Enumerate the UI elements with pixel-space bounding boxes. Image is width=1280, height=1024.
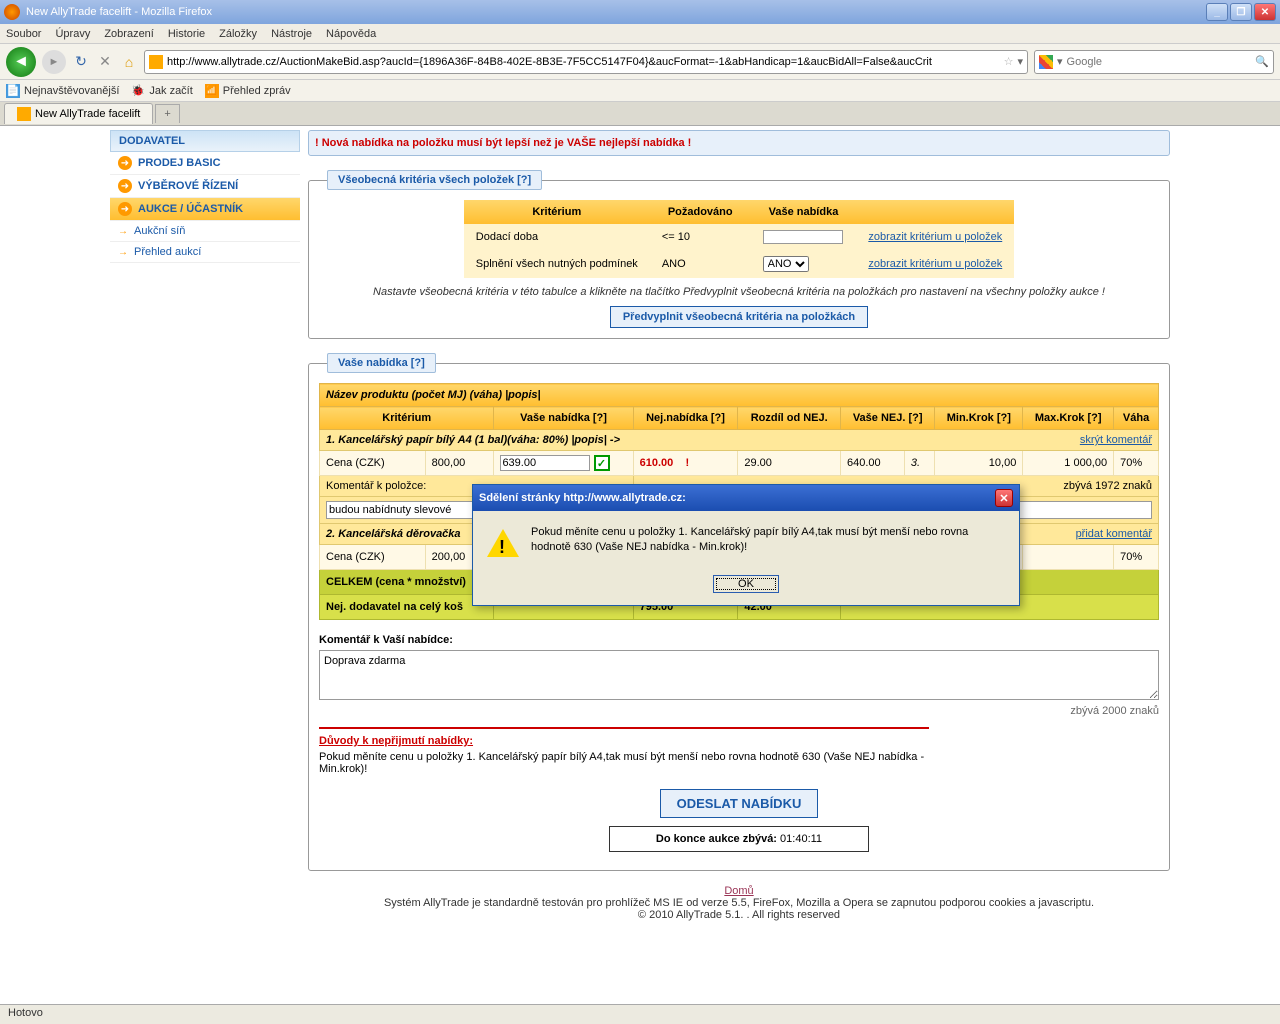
dialog-message: Pokud měníte cenu u položky 1. Kancelářs… <box>531 525 1005 561</box>
rejection-reasons: Důvody k nepřijmutí nabídky: Pokud měnít… <box>319 727 929 775</box>
tab-active[interactable]: New AllyTrade facelift <box>4 103 153 124</box>
minimize-button[interactable]: _ <box>1206 3 1228 21</box>
home-link[interactable]: Domů <box>724 885 753 897</box>
url-dropdown-icon[interactable]: ▾ <box>1017 55 1023 68</box>
reasons-title: Důvody k nepřijmutí nabídky: <box>319 735 929 747</box>
overall-label: Komentář k Vaší nabídce: <box>319 634 453 646</box>
sidebar-aukcni-sin[interactable]: →Aukční síň <box>110 221 300 242</box>
hide-comment-link[interactable]: skrýt komentář <box>1080 434 1152 446</box>
add-comment-link[interactable]: přidat komentář <box>1076 528 1152 540</box>
confirm-icon-1[interactable]: ✓ <box>594 455 610 471</box>
bid-input-1[interactable] <box>500 455 590 471</box>
crit-link-1[interactable]: zobrazit kritérium u položek <box>868 231 1002 243</box>
crit-h4 <box>856 200 1014 224</box>
criteria-fieldset: Všeobecná kritéria všech položek [?] Kri… <box>308 170 1170 339</box>
product-1-data: Cena (CZK) 800,00 ✓ 610.00 ! 29.00 640.0… <box>320 451 1159 476</box>
criteria-table: Kritérium Požadováno Vaše nabídka Dodací… <box>464 200 1014 278</box>
bid-top-header: Název produktu (počet MJ) (váha) |popis| <box>320 384 1159 407</box>
menu-history[interactable]: Historie <box>168 28 205 40</box>
menu-help[interactable]: Nápověda <box>326 28 376 40</box>
firefox-icon <box>4 4 20 20</box>
tab-title: New AllyTrade facelift <box>35 108 140 120</box>
menu-file[interactable]: Soubor <box>6 28 41 40</box>
status-bar: Hotovo <box>0 1004 1280 1024</box>
home-icon[interactable]: ⌂ <box>120 53 138 71</box>
crit-link-2[interactable]: zobrazit kritérium u položek <box>868 258 1002 270</box>
close-button[interactable]: ✕ <box>1254 3 1276 21</box>
maximize-button[interactable]: ❐ <box>1230 3 1252 21</box>
nav-toolbar: ◄ ► ↻ ✕ ⌂ ☆ ▾ ▾ 🔍 <box>0 44 1280 80</box>
search-input[interactable] <box>1067 56 1256 68</box>
menu-bookmarks[interactable]: Záložky <box>219 28 257 40</box>
crit-row-1: Dodací doba <= 10 zobrazit kritérium u p… <box>464 224 1014 250</box>
window-title: New AllyTrade facelift - Mozilla Firefox <box>26 6 1206 18</box>
crit-h2: Požadováno <box>650 200 751 224</box>
footer: Domů Systém AllyTrade je standardně test… <box>308 885 1170 921</box>
sidebar-prehled-aukci[interactable]: →Přehled aukcí <box>110 242 300 263</box>
sidebar: DODAVATEL ➜PRODEJ BASIC ➜VÝBĚROVÉ ŘÍZENÍ… <box>110 130 300 935</box>
bookmark-star-icon[interactable]: ☆ <box>1004 55 1014 68</box>
sidebar-vyberove[interactable]: ➜VÝBĚROVÉ ŘÍZENÍ <box>110 175 300 198</box>
stop-icon[interactable]: ✕ <box>96 53 114 71</box>
google-icon <box>1039 55 1053 69</box>
window-titlebar: New AllyTrade facelift - Mozilla Firefox… <box>0 0 1280 24</box>
menu-edit[interactable]: Úpravy <box>55 28 90 40</box>
sidebar-prodej[interactable]: ➜PRODEJ BASIC <box>110 152 300 175</box>
overall-chars: zbývá 2000 znaků <box>319 705 1159 717</box>
reload-icon[interactable]: ↻ <box>72 53 90 71</box>
crit-select-cond[interactable]: ANO <box>763 256 809 272</box>
dialog-title-text: Sdělení stránky http://www.allytrade.cz: <box>479 492 995 504</box>
crit-h3: Vaše nabídka <box>751 200 857 224</box>
bookmark-most-visited[interactable]: 📄Nejnavštěvovanější <box>6 84 119 98</box>
menu-view[interactable]: Zobrazení <box>104 28 154 40</box>
crit-input-delivery[interactable] <box>763 230 843 244</box>
warning-box: ! Nová nabídka na položku musí být lepší… <box>308 130 1170 156</box>
search-dropdown-icon[interactable]: ▾ <box>1057 55 1063 68</box>
dialog-close-button[interactable]: ✕ <box>995 489 1013 507</box>
bid-legend: Vaše nabídka [?] <box>327 353 436 373</box>
menu-tools[interactable]: Nástroje <box>271 28 312 40</box>
new-tab-button[interactable]: + <box>155 104 179 123</box>
timer-box: Do konce aukce zbývá: 01:40:11 <box>609 826 869 852</box>
warning-icon <box>487 529 519 561</box>
dialog-ok-button[interactable]: OK <box>713 575 779 593</box>
forward-button[interactable]: ► <box>42 50 66 74</box>
url-bar[interactable]: ☆ ▾ <box>144 50 1028 74</box>
dialog-titlebar[interactable]: Sdělení stránky http://www.allytrade.cz:… <box>473 485 1019 511</box>
bookmarks-bar: 📄Nejnavštěvovanější 🐞Jak začít 📶Přehled … <box>0 80 1280 102</box>
alert-dialog: Sdělení stránky http://www.allytrade.cz:… <box>472 484 1020 606</box>
criteria-hint: Nastavte všeobecná kritéria v této tabul… <box>319 286 1159 298</box>
back-button[interactable]: ◄ <box>6 47 36 77</box>
crit-row-2: Splnění všech nutných podmínek ANO ANO z… <box>464 250 1014 278</box>
menu-bar: Soubor Úpravy Zobrazení Historie Záložky… <box>0 24 1280 44</box>
prefill-button[interactable]: Předvyplnit všeobecná kritéria na položk… <box>610 306 868 328</box>
overall-comment: Komentář k Vaší nabídce: zbývá 2000 znak… <box>319 634 1159 717</box>
tab-favicon <box>17 107 31 121</box>
submit-bid-button[interactable]: ODESLAT NABÍDKU <box>660 789 819 818</box>
crit-h1: Kritérium <box>464 200 650 224</box>
overall-textarea[interactable] <box>319 650 1159 700</box>
criteria-legend: Všeobecná kritéria všech položek [?] <box>327 170 542 190</box>
search-icon[interactable]: 🔍 <box>1255 55 1269 68</box>
bookmark-news[interactable]: 📶Přehled zpráv <box>205 84 291 98</box>
site-favicon <box>149 55 163 69</box>
reasons-text: Pokud měníte cenu u položky 1. Kancelářs… <box>319 751 929 775</box>
status-text: Hotovo <box>8 1007 43 1019</box>
bookmark-getting-started[interactable]: 🐞Jak začít <box>131 84 192 98</box>
bid-fieldset: Vaše nabídka [?] Název produktu (počet M… <box>308 353 1170 871</box>
product-1-header: 1. Kancelářský papír bílý A4 (1 bal)(váh… <box>320 430 1159 451</box>
sidebar-header: DODAVATEL <box>110 130 300 152</box>
tab-bar: New AllyTrade facelift + <box>0 102 1280 126</box>
search-bar[interactable]: ▾ 🔍 <box>1034 50 1274 74</box>
url-input[interactable] <box>167 56 1004 68</box>
sidebar-aukce[interactable]: ➜AUKCE / ÚČASTNÍK <box>110 198 300 221</box>
